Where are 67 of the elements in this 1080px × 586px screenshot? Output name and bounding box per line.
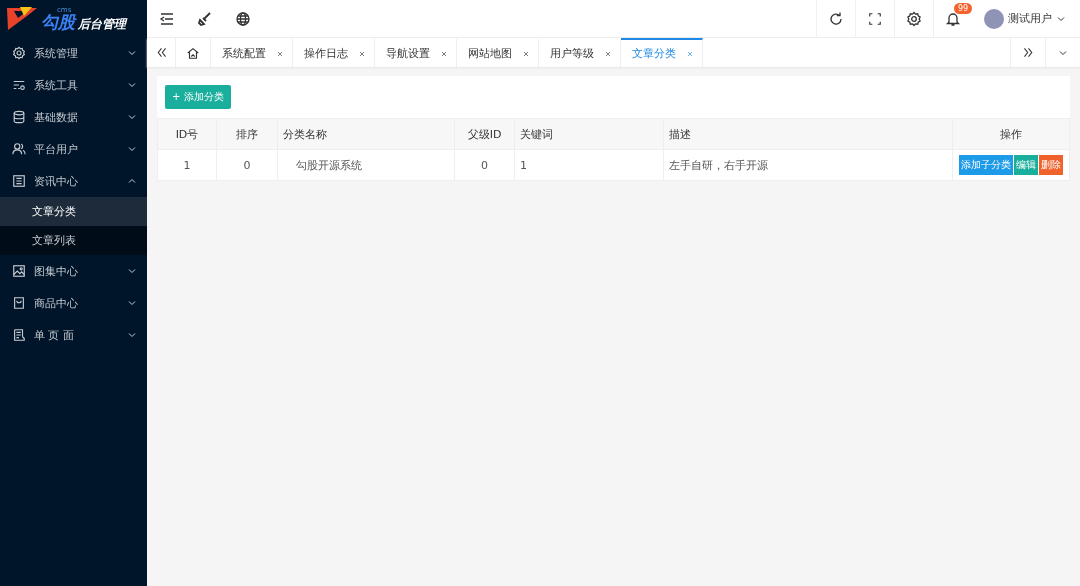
- table-cell: 0: [216, 149, 278, 181]
- brush-icon: [197, 10, 213, 27]
- sidebar-item[interactable]: 商品中心: [0, 287, 147, 319]
- gear-icon: [12, 46, 26, 60]
- user-menu[interactable]: 测试用户: [972, 0, 1080, 37]
- sidebar-item[interactable]: 系统工具: [0, 69, 147, 101]
- home-icon: [186, 45, 200, 60]
- sidebar-item[interactable]: 基础数据: [0, 101, 147, 133]
- close-icon: [686, 49, 694, 58]
- close-icon: [440, 49, 448, 58]
- document-icon: [12, 174, 26, 188]
- image-icon: [12, 264, 26, 278]
- chevron-icon: [127, 80, 137, 90]
- tab[interactable]: 导航设置: [375, 38, 457, 67]
- logo-brand: 勾股: [41, 13, 75, 31]
- bag-icon: [12, 296, 26, 310]
- table-cell: 勾股开源系统: [277, 149, 455, 181]
- chevron-icon: [127, 298, 137, 308]
- submenu-item[interactable]: 文章列表: [0, 226, 147, 255]
- table-cell: 0: [454, 149, 515, 181]
- page-icon: [12, 328, 26, 342]
- column-header: ID号: [157, 118, 217, 150]
- avatar-icon: [984, 8, 1004, 29]
- tab[interactable]: 系统配置: [211, 38, 293, 67]
- close-icon: [522, 49, 530, 58]
- logo-subtitle: 后台管理: [78, 17, 126, 30]
- settings-icon: [906, 10, 922, 27]
- close-icon: [358, 49, 366, 58]
- notification-badge: 99: [954, 3, 973, 14]
- chevron-icon: [127, 266, 137, 276]
- column-header: 操作: [952, 118, 1070, 150]
- column-header: 分类名称: [277, 118, 455, 150]
- chevron-icon: [127, 48, 137, 58]
- tab[interactable]: 网站地图: [457, 38, 539, 67]
- tab[interactable]: 操作日志: [293, 38, 375, 67]
- logo-icon: [6, 5, 38, 32]
- sidebar-item[interactable]: 资讯中心: [0, 165, 147, 197]
- expand-icon: [868, 11, 882, 26]
- column-header: 关键词: [514, 118, 664, 150]
- table-cell: 1: [157, 149, 217, 181]
- chevron-icon: [127, 112, 137, 122]
- sidebar-item[interactable]: 单 页 面: [0, 319, 147, 351]
- sidebar-item[interactable]: 平台用户: [0, 133, 147, 165]
- collapse-menu-icon: [159, 10, 175, 27]
- tab[interactable]: 文章分类: [621, 38, 703, 67]
- bell-icon: [945, 10, 961, 27]
- column-header: 父级ID: [454, 118, 515, 150]
- double-chevron-right-icon: [1021, 46, 1035, 59]
- chevron-icon: [127, 176, 137, 186]
- table-cell: 1: [514, 149, 664, 181]
- table-cell: 左手自研，右手开源: [663, 149, 953, 181]
- globe-icon: [235, 10, 251, 27]
- database-icon: [12, 110, 26, 124]
- users-icon: [12, 142, 26, 156]
- chevron-icon: [127, 330, 137, 340]
- refresh-icon: [828, 10, 844, 27]
- close-icon: [604, 49, 612, 58]
- close-icon: [276, 49, 284, 58]
- column-header: 排序: [216, 118, 278, 150]
- sidebar-item[interactable]: 系统管理: [0, 37, 147, 69]
- tab[interactable]: 用户等级: [539, 38, 621, 67]
- sliders-icon: [12, 78, 26, 92]
- column-header: 描述: [663, 118, 953, 150]
- double-chevron-left-icon: [154, 46, 168, 59]
- chevron-icon: [127, 144, 137, 154]
- submenu-item[interactable]: 文章分类: [0, 197, 147, 226]
- sidebar-item[interactable]: 图集中心: [0, 255, 147, 287]
